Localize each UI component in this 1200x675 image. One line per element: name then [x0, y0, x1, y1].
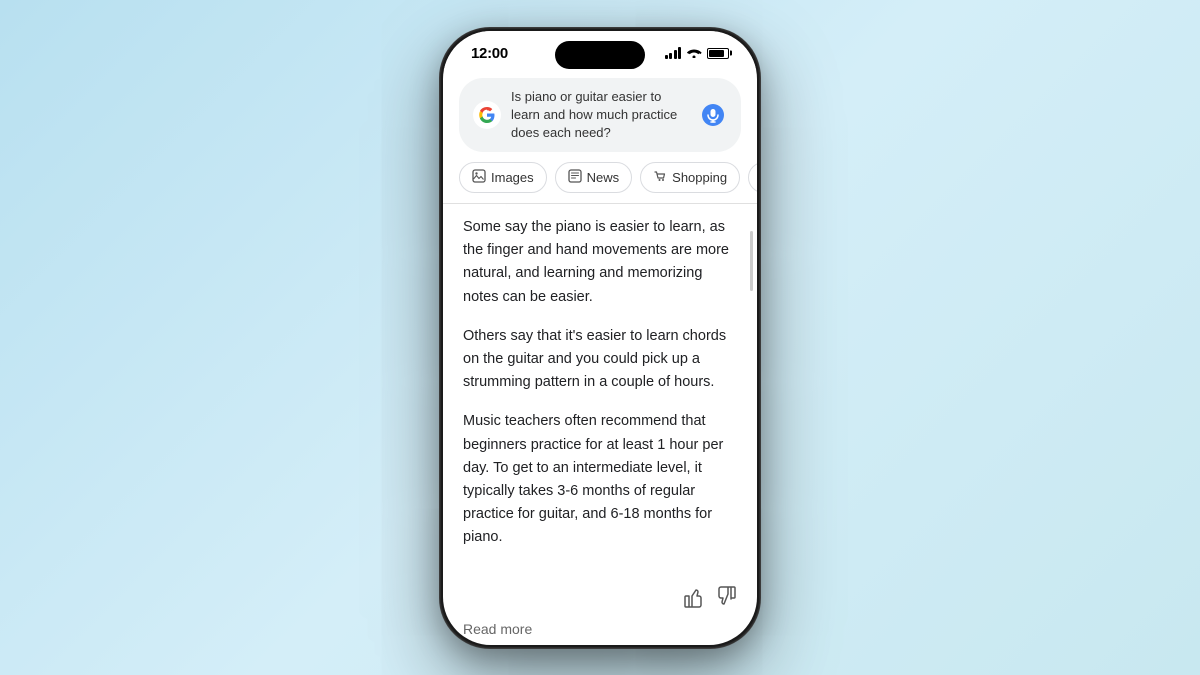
bottom-actions: [443, 578, 757, 617]
mic-icon[interactable]: [699, 101, 727, 129]
phone-screen: 12:00: [443, 31, 757, 645]
paragraph-3: Music teachers often recommend that begi…: [463, 410, 737, 549]
tab-shopping[interactable]: Shopping: [640, 162, 740, 193]
status-time: 12:00: [471, 45, 508, 62]
news-tab-icon: [568, 169, 582, 186]
search-bar[interactable]: Is piano or guitar easier to learn and h…: [459, 78, 741, 153]
read-more-label: Read more: [463, 621, 532, 637]
content-area: Some say the piano is easier to learn, a…: [443, 204, 757, 577]
paragraph-1: Some say the piano is easier to learn, a…: [463, 216, 737, 309]
tab-videos[interactable]: Vid...: [748, 162, 757, 193]
paragraph-2: Others say that it's easier to learn cho…: [463, 325, 737, 395]
thumbs-down-button[interactable]: [715, 586, 737, 613]
signal-icon: [665, 47, 682, 59]
tab-news[interactable]: News: [555, 162, 633, 193]
dynamic-island: [555, 41, 645, 69]
status-icons: [665, 46, 730, 61]
images-tab-icon: [472, 169, 486, 186]
search-query-text: Is piano or guitar easier to learn and h…: [511, 88, 689, 143]
thumbs-up-button[interactable]: [683, 586, 705, 613]
shopping-tab-icon: [653, 169, 667, 186]
images-tab-label: Images: [491, 170, 534, 185]
google-logo: [473, 101, 501, 129]
wifi-icon: [686, 46, 702, 61]
shopping-tab-label: Shopping: [672, 170, 727, 185]
news-tab-label: News: [587, 170, 620, 185]
phone-frame: 12:00: [440, 28, 760, 648]
filter-tabs: Images News: [443, 152, 757, 203]
scroll-indicator: [750, 231, 753, 291]
tab-images[interactable]: Images: [459, 162, 547, 193]
battery-icon: [707, 48, 729, 59]
read-more[interactable]: Read more: [443, 617, 757, 641]
